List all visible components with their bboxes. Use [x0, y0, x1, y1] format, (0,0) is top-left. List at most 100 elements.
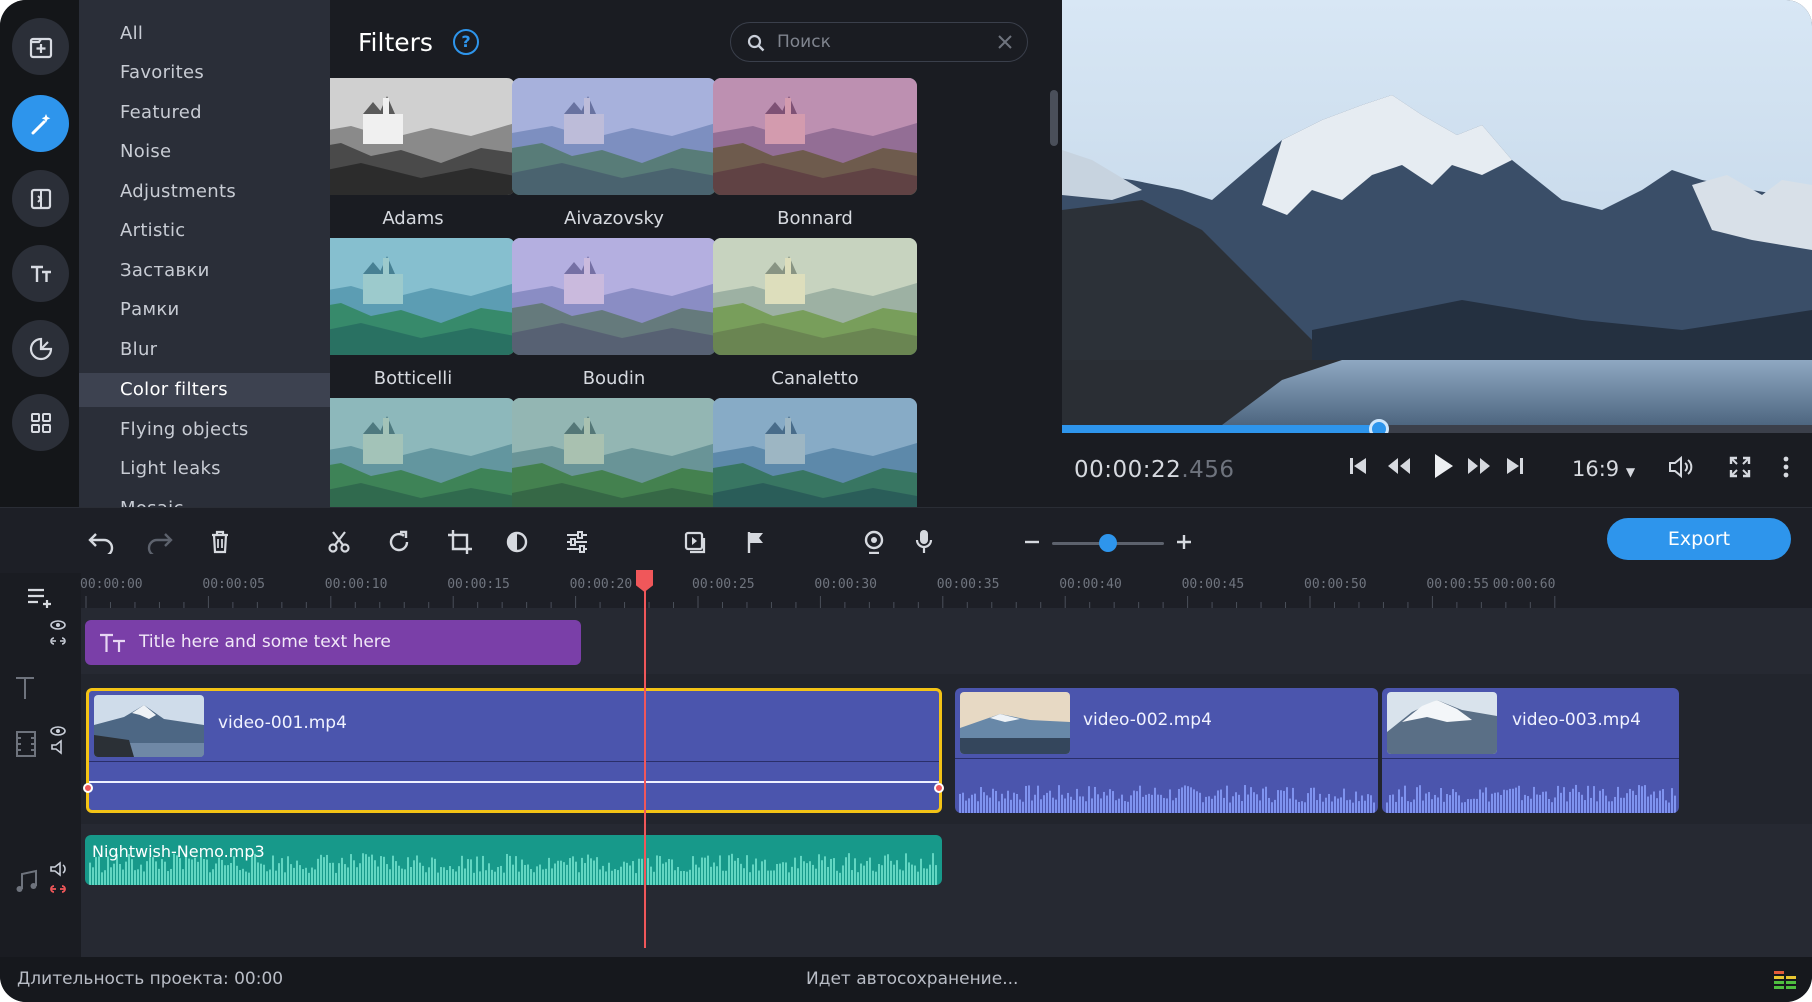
category-artistic[interactable]: Artistic: [79, 214, 330, 248]
skip-start-icon[interactable]: [1347, 455, 1369, 477]
more-tools-button[interactable]: [12, 394, 69, 451]
filter-thumbnail-6[interactable]: [713, 238, 917, 355]
filter-thumbnail-2[interactable]: [512, 78, 716, 195]
video-clip-2[interactable]: video-002.mp4: [955, 688, 1378, 813]
filter-thumbnail-9[interactable]: [713, 398, 917, 507]
plus-icon: [1177, 535, 1191, 549]
filter-thumbnail-4[interactable]: [330, 238, 515, 355]
add-marker-button[interactable]: [741, 527, 771, 557]
video-clip-1-thumbnail: [94, 695, 204, 757]
contrast-icon: [506, 531, 528, 553]
preview-frame-mountains: [1062, 0, 1812, 425]
filter-thumbnail-5[interactable]: [512, 238, 716, 355]
category-featured[interactable]: Featured: [79, 96, 330, 130]
crop-button[interactable]: [445, 527, 475, 557]
ruler-label: 00:00:30: [814, 577, 878, 592]
volume-keyframe-end[interactable]: [934, 783, 944, 793]
ruler-label: 00:00:05: [202, 577, 266, 592]
volume-icon[interactable]: [1667, 455, 1695, 479]
playhead-line[interactable]: [644, 570, 646, 948]
help-icon[interactable]: ?: [453, 29, 479, 55]
transitions-button[interactable]: [12, 170, 69, 227]
titles-button[interactable]: [12, 245, 69, 302]
export-frame-button[interactable]: [681, 527, 711, 557]
ruler-label: 00:00:20: [569, 577, 633, 592]
webcam-button[interactable]: [859, 527, 889, 557]
crop-icon: [448, 530, 472, 554]
filter-thumbnail-7[interactable]: [330, 398, 515, 507]
category-all[interactable]: All: [79, 17, 330, 51]
volume-keyframe-start[interactable]: [83, 783, 93, 793]
filter-label-4: Botticelli: [373, 368, 453, 389]
filter-thumbnail-3[interactable]: [713, 78, 917, 195]
zoom-out-button[interactable]: [1017, 527, 1047, 557]
add-track-icon[interactable]: [26, 586, 56, 610]
stickers-icon: [29, 337, 52, 360]
text-track-icon: [16, 677, 34, 699]
audio-clip[interactable]: Nightwish-Nemo.mp3: [85, 835, 942, 885]
import-button[interactable]: [12, 18, 69, 75]
filter-thumbnail-8[interactable]: [512, 398, 716, 507]
category-intros[interactable]: Заставки: [79, 254, 330, 288]
category-noise[interactable]: Noise: [79, 135, 330, 169]
clear-icon[interactable]: [997, 34, 1013, 50]
clip-properties-button[interactable]: [562, 527, 592, 557]
video-editor-window: All Favorites Featured Noise Adjustments…: [0, 0, 1812, 1002]
play-icon[interactable]: [1431, 452, 1455, 480]
delete-button[interactable]: [205, 527, 235, 557]
status-bar: Длительность проекта: 00:00 Идет автосох…: [0, 957, 1812, 1002]
magic-wand-icon: [31, 113, 50, 134]
filter-thumbnail-1[interactable]: [330, 78, 515, 195]
audio-meter-icon: [1774, 971, 1796, 989]
ruler-label: 00:00:40: [1059, 577, 1122, 592]
video-clip-3-divider: [1382, 758, 1679, 759]
search-input[interactable]: [777, 29, 977, 55]
rewind-icon[interactable]: [1386, 455, 1412, 477]
trash-icon: [212, 530, 228, 554]
filter-label-1: Adams: [382, 208, 444, 229]
video-clip-1[interactable]: video-001.mp4: [86, 688, 942, 813]
skip-end-icon[interactable]: [1504, 455, 1526, 477]
redo-button[interactable]: [145, 527, 175, 557]
category-mosaic[interactable]: Mosaic: [79, 492, 330, 507]
player-controls: 00:00:22.456 16:9 ▼: [1062, 433, 1812, 507]
video-clip-3[interactable]: video-003.mp4: [1382, 688, 1679, 813]
stickers-button[interactable]: [12, 320, 69, 377]
search-box: [730, 22, 1028, 62]
more-options-icon[interactable]: [1782, 455, 1790, 479]
video-clip-3-waveform: [1386, 784, 1676, 813]
autosave-status: Идет автосохранение...: [806, 969, 1019, 989]
text-track-visibility-icon[interactable]: [49, 619, 67, 659]
category-color-filters[interactable]: Color filters: [79, 373, 330, 407]
fast-forward-icon[interactable]: [1466, 455, 1492, 477]
category-adjustments[interactable]: Adjustments: [79, 175, 330, 209]
category-frames[interactable]: Рамки: [79, 293, 330, 327]
aspect-ratio-select[interactable]: 16:9 ▼: [1572, 457, 1635, 481]
timeline-ruler[interactable]: 00:00:00 00:00:05 00:00:10 00:00:15 00:00:20…: [80, 573, 1812, 608]
category-blur[interactable]: Blur: [79, 333, 330, 367]
category-light-leaks[interactable]: Light leaks: [79, 452, 330, 486]
audio-track-volume-icon[interactable]: [49, 861, 71, 901]
playback-progress-bar[interactable]: [1062, 419, 1812, 439]
filter-categories: All Favorites Featured Noise Adjustments…: [79, 0, 330, 507]
title-clip[interactable]: Title here and some text here: [85, 620, 581, 665]
color-adjust-button[interactable]: [502, 527, 532, 557]
undo-icon: [88, 533, 114, 554]
filters-button[interactable]: [12, 95, 69, 152]
video-track-visibility-icon[interactable]: [49, 725, 67, 765]
zoom-slider-handle[interactable]: [1099, 534, 1117, 552]
volume-line[interactable]: [89, 781, 939, 783]
split-button[interactable]: [324, 527, 354, 557]
category-favorites[interactable]: Favorites: [79, 56, 330, 90]
undo-button[interactable]: [86, 527, 116, 557]
rotate-button[interactable]: [384, 527, 414, 557]
category-flying-objects[interactable]: Flying objects: [79, 413, 330, 447]
ruler-label: 00:00:45: [1181, 577, 1245, 592]
filters-scrollbar[interactable]: [1050, 90, 1058, 146]
fullscreen-icon[interactable]: [1728, 455, 1752, 479]
voiceover-button[interactable]: [909, 527, 939, 557]
editing-toolbar: Export: [0, 507, 1812, 573]
ruler-label: 00:00:25: [692, 577, 755, 592]
export-button[interactable]: Export: [1607, 518, 1791, 560]
zoom-in-button[interactable]: [1169, 527, 1199, 557]
